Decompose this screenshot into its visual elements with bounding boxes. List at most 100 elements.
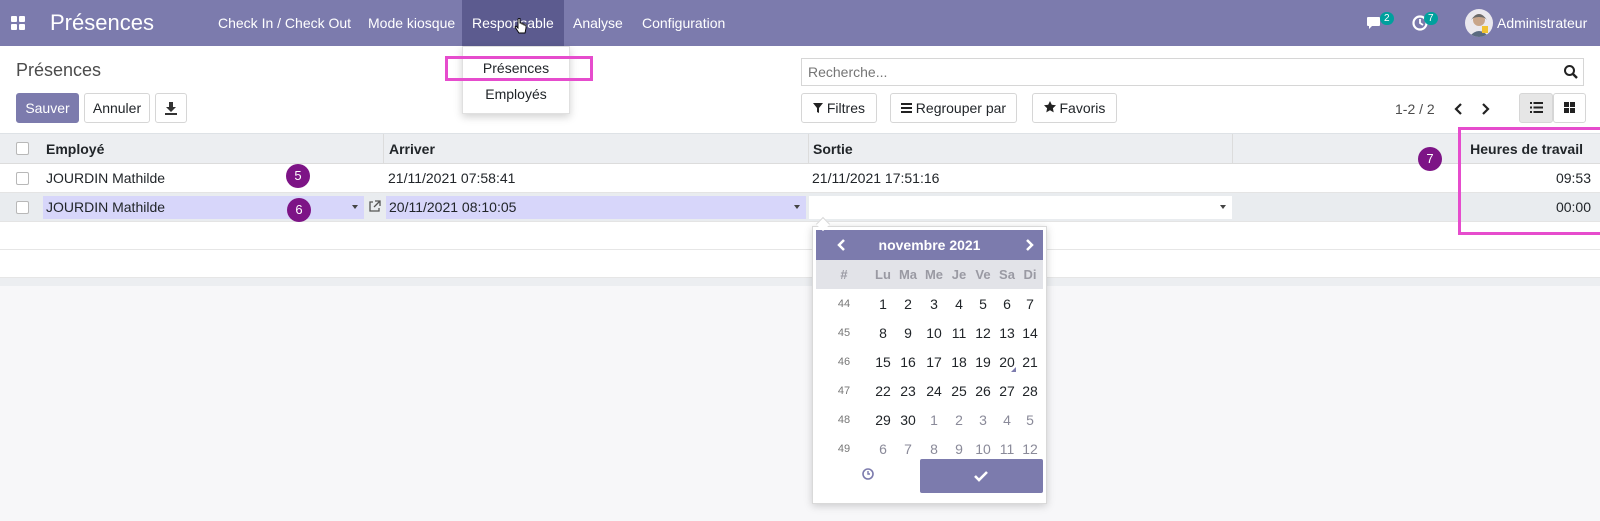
- favorites-label: Favoris: [1059, 100, 1106, 116]
- calendar-day[interactable]: 17: [922, 354, 946, 370]
- calendar-day-next-month[interactable]: 7: [896, 441, 920, 457]
- check-out-dropdown-caret-icon[interactable]: [1220, 205, 1226, 209]
- calendar-day[interactable]: 24: [922, 383, 946, 399]
- calendar-day[interactable]: 14: [1018, 325, 1042, 341]
- external-link-icon[interactable]: [368, 200, 381, 213]
- calendar-day-next-month[interactable]: 8: [922, 441, 946, 457]
- select-all-checkbox[interactable]: [16, 142, 29, 155]
- header-employee[interactable]: Employé: [46, 134, 104, 164]
- group-by-button[interactable]: Regrouper par: [890, 93, 1017, 123]
- calendar-day-next-month[interactable]: 1: [922, 412, 946, 428]
- calendar-day[interactable]: 28: [1018, 383, 1042, 399]
- calendar-day-next-month[interactable]: 5: [1018, 412, 1042, 428]
- calendar-day[interactable]: 13: [995, 325, 1019, 341]
- calendar-day[interactable]: 3: [922, 296, 946, 312]
- check-in-dropdown-caret-icon[interactable]: [794, 205, 800, 209]
- empty-row: [0, 250, 1600, 278]
- datepicker-header: novembre 2021: [816, 230, 1043, 260]
- row-checkbox[interactable]: [16, 201, 29, 214]
- calendar-day[interactable]: 12: [971, 325, 995, 341]
- calendar-day-next-month[interactable]: 12: [1018, 441, 1042, 457]
- calendar-day[interactable]: 1: [871, 296, 895, 312]
- calendar-day[interactable]: 21: [1018, 354, 1042, 370]
- calendar-day[interactable]: 19: [971, 354, 995, 370]
- calendar-day[interactable]: 18: [947, 354, 971, 370]
- menu-reporting[interactable]: Analyse: [563, 0, 633, 46]
- menu-kiosk-mode[interactable]: Mode kiosque: [358, 0, 465, 46]
- calendar-day[interactable]: 6: [995, 296, 1019, 312]
- calendar-day-next-month[interactable]: 3: [971, 412, 995, 428]
- search-icon[interactable]: [1563, 64, 1579, 80]
- datepicker-month[interactable]: novembre 2021: [816, 230, 1043, 260]
- empty-row: [0, 222, 1600, 250]
- calendar-day-next-month[interactable]: 10: [971, 441, 995, 457]
- calendar-day[interactable]: 25: [947, 383, 971, 399]
- cell-employee: JOURDIN Mathilde: [46, 170, 166, 186]
- weekday-label: Lu: [875, 267, 891, 282]
- check-out-field[interactable]: [809, 196, 1232, 219]
- list-view-icon: [1529, 102, 1543, 113]
- pager-value[interactable]: 1-2 / 2: [1395, 100, 1435, 118]
- calendar-day[interactable]: 16: [896, 354, 920, 370]
- header-check-out[interactable]: Sortie: [813, 134, 853, 164]
- calendar-day[interactable]: 26: [971, 383, 995, 399]
- export-button[interactable]: [155, 93, 187, 123]
- calendar-day[interactable]: 29: [871, 412, 895, 428]
- row-checkbox[interactable]: [16, 172, 29, 185]
- calendar-day-next-month[interactable]: 11: [995, 441, 1019, 457]
- week-number: 47: [837, 385, 851, 397]
- calendar-day[interactable]: 7: [1018, 296, 1042, 312]
- calendar-day-next-month[interactable]: 4: [995, 412, 1019, 428]
- apps-menu-icon[interactable]: [11, 16, 25, 30]
- calendar-day[interactable]: 22: [871, 383, 895, 399]
- menu-configuration[interactable]: Configuration: [632, 0, 735, 46]
- list-view-button[interactable]: [1519, 93, 1553, 123]
- calendar-day[interactable]: 10: [922, 325, 946, 341]
- next-month-icon[interactable]: [1022, 238, 1036, 252]
- datepicker-confirm-button[interactable]: [920, 459, 1043, 493]
- calendar-day[interactable]: 9: [896, 325, 920, 341]
- calendar-day[interactable]: 30: [896, 412, 920, 428]
- search-input[interactable]: [802, 59, 1542, 85]
- menu-manager[interactable]: Responsable: [462, 0, 564, 46]
- app-title: Présences: [50, 10, 154, 35]
- calendar-day-next-month[interactable]: 6: [871, 441, 895, 457]
- calendar-day[interactable]: 4: [947, 296, 971, 312]
- employee-field[interactable]: JOURDIN Mathilde: [43, 196, 364, 219]
- calendar-day-next-month[interactable]: 2: [947, 412, 971, 428]
- calendar-day[interactable]: 11: [947, 325, 971, 341]
- user-name[interactable]: Administrateur: [1497, 0, 1587, 46]
- messages-badge: 2: [1380, 12, 1394, 25]
- time-picker-clock-icon[interactable]: [861, 467, 875, 481]
- table-row-editing[interactable]: JOURDIN Mathilde 20/11/2021 08:10:05 00:…: [0, 193, 1600, 222]
- calendar-day[interactable]: 8: [871, 325, 895, 341]
- calendar-day[interactable]: 2: [896, 296, 920, 312]
- check-in-field[interactable]: 20/11/2021 08:10:05: [386, 196, 806, 219]
- avatar[interactable]: [1465, 9, 1493, 37]
- pager-next-icon[interactable]: [1476, 98, 1494, 120]
- annotation-marker: 7: [1418, 147, 1442, 171]
- search-box[interactable]: [801, 58, 1584, 86]
- calendar-day-next-month[interactable]: 9: [947, 441, 971, 457]
- filter-icon: [812, 103, 823, 113]
- discard-button[interactable]: Annuler: [84, 93, 150, 123]
- pager-previous-icon[interactable]: [1450, 98, 1468, 120]
- calendar-day[interactable]: 5: [971, 296, 995, 312]
- table-row[interactable]: JOURDIN Mathilde 21/11/2021 07:58:41 21/…: [0, 164, 1600, 193]
- column-divider: [1232, 134, 1233, 164]
- calendar-day[interactable]: 27: [995, 383, 1019, 399]
- group-by-label: Regrouper par: [915, 100, 1007, 116]
- kanban-view-button[interactable]: [1553, 93, 1586, 123]
- week-number-header: #: [840, 267, 848, 282]
- calendar-day[interactable]: 23: [896, 383, 920, 399]
- menu-check-in-out[interactable]: Check In / Check Out: [208, 0, 361, 46]
- filters-button[interactable]: Filtres: [801, 93, 877, 123]
- dropdown-item-employees[interactable]: Employés: [463, 83, 569, 105]
- save-button[interactable]: Sauver: [16, 93, 79, 123]
- app-window: Présences Check In / Check Out Mode kios…: [0, 0, 1600, 521]
- calendar-day[interactable]: 15: [871, 354, 895, 370]
- header-check-in[interactable]: Arriver: [389, 134, 435, 164]
- employee-dropdown-caret-icon[interactable]: [352, 205, 358, 209]
- favorites-button[interactable]: Favoris: [1032, 93, 1117, 123]
- breadcrumb[interactable]: Présences: [16, 58, 101, 82]
